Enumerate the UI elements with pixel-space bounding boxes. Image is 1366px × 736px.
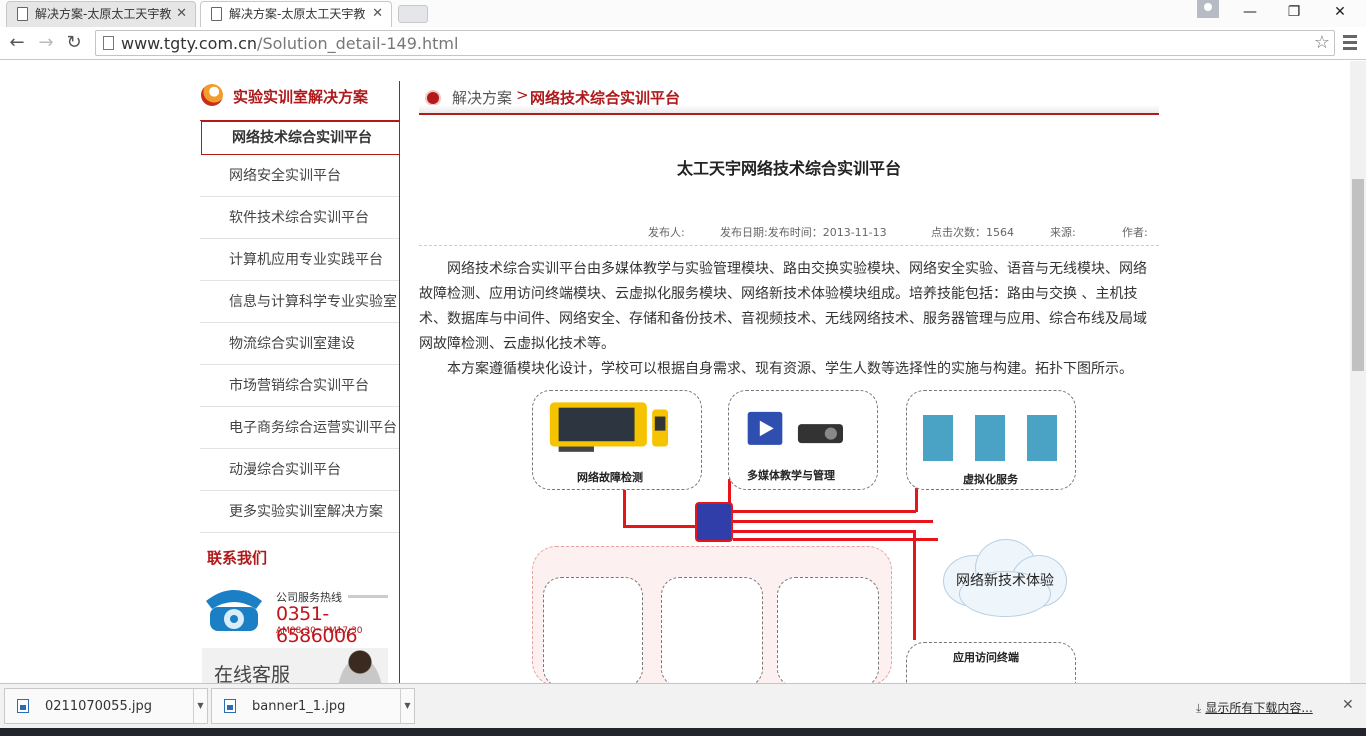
forward-arrow-icon[interactable]: → — [34, 31, 58, 55]
hotline-banner: 公司服务热线 0351-6586006 AM08:30~PM17:30 — [200, 581, 390, 647]
multimedia-devices-image — [747, 411, 843, 445]
online-service-label: 在线客服 — [214, 664, 291, 683]
main-content: 解决方案 > 网络技术综合实训平台 太工天宇网络技术综合实训平台 发布人: 发布… — [419, 81, 1159, 377]
virtualization-node: 虚拟化服务 — [906, 390, 1076, 490]
chevron-down-icon[interactable]: ▼ — [400, 689, 414, 723]
core-switch-icon — [695, 502, 733, 542]
new-tab-button[interactable] — [398, 5, 428, 23]
back-arrow-icon[interactable]: ← — [5, 31, 29, 55]
reload-icon[interactable]: ↻ — [62, 31, 86, 55]
url-text[interactable]: www.tgty.com.cn/Solution_detail-149.html — [121, 34, 458, 53]
article-title: 太工天宇网络技术综合实训平台 — [676, 159, 901, 178]
meta-publisher: 发布人: — [648, 226, 685, 239]
web-page: 实验实训室解决方案 网络技术综合实训平台 网络安全实训平台 软件技术综合实训平台… — [0, 61, 1350, 683]
sidebar-item-network-tech[interactable]: 网络技术综合实训平台 — [201, 121, 399, 155]
address-bar[interactable]: www.tgty.com.cn/Solution_detail-149.html… — [95, 30, 1335, 56]
meta-author: 作者: — [1122, 226, 1148, 239]
sidebar-item-more-solutions[interactable]: 更多实验实训室解决方案 — [200, 491, 399, 533]
taskbar — [0, 728, 1366, 736]
sidebar-item-marketing[interactable]: 市场营销综合实训平台 — [200, 365, 399, 407]
topology-diagram: 网络故障检测 多媒体教学与管理 虚拟化服务 网络新技术体验 应用访问终端 — [528, 386, 1088, 683]
minimize-button[interactable]: — — [1228, 0, 1272, 24]
close-tab-icon[interactable]: ✕ — [176, 2, 187, 26]
url-host: www.tgty.com.cn — [121, 34, 258, 53]
close-tab-icon[interactable]: ✕ — [372, 2, 383, 26]
logo-icon — [201, 84, 223, 106]
close-window-button[interactable]: ✕ — [1318, 0, 1362, 24]
hotline-number: 0351-6586006 — [276, 603, 358, 647]
solution-sidebar: 实验实训室解决方案 网络技术综合实训平台 网络安全实训平台 软件技术综合实训平台… — [200, 81, 400, 683]
breadcrumb-root[interactable]: 解决方案 — [452, 87, 512, 108]
routing-module — [543, 577, 643, 683]
image-file-icon — [17, 699, 29, 713]
close-download-bar-icon[interactable]: ✕ — [1342, 697, 1354, 713]
browser-tab-active[interactable]: 解决方案-太原太工天宇教 ✕ — [200, 1, 392, 27]
hotline-hours: AM08:30~PM17:30 — [276, 626, 363, 636]
download-filename: 0211070055.jpg — [45, 699, 152, 714]
breadcrumb: 解决方案 > 网络技术综合实训平台 — [419, 81, 1159, 115]
online-service-banner[interactable]: 在线客服 — [202, 648, 388, 683]
page-icon — [17, 7, 28, 21]
node-label: 网络故障检测 — [577, 471, 643, 484]
show-all-label: 显示所有下载内容... — [1205, 701, 1313, 715]
network-tester-image — [549, 402, 669, 452]
page-scrollbar[interactable] — [1350, 61, 1366, 683]
profile-icon[interactable] — [1197, 0, 1219, 18]
fault-detection-node: 网络故障检测 — [532, 390, 702, 490]
sidebar-item-network-security[interactable]: 网络安全实训平台 — [200, 155, 399, 197]
sidebar-item-ecommerce[interactable]: 电子商务综合运营实训平台 — [200, 407, 399, 449]
sidebar-header: 实验实训室解决方案 — [200, 81, 399, 121]
show-all-downloads-link[interactable]: ⤓ 显示所有下载内容... — [1196, 699, 1313, 716]
meta-views: 点击次数：1564 — [931, 226, 1014, 239]
multimedia-node: 多媒体教学与管理 — [728, 390, 878, 490]
download-item[interactable]: 0211070055.jpg ▼ — [4, 688, 208, 724]
divider — [348, 595, 388, 598]
sidebar-item-computer-application[interactable]: 计算机应用专业实践平台 — [200, 239, 399, 281]
contact-title: 联系我们 — [207, 549, 268, 567]
scrollbar-thumb[interactable] — [1352, 179, 1364, 371]
lab-zone — [532, 546, 892, 683]
node-label: 应用访问终端 — [953, 651, 1019, 664]
access-terminal-node: 应用访问终端 — [906, 642, 1076, 683]
page-icon — [211, 7, 222, 21]
breadcrumb-current[interactable]: 网络技术综合实训平台 — [530, 87, 680, 108]
node-label: 多媒体教学与管理 — [747, 469, 835, 482]
telephone-icon — [206, 590, 262, 631]
breadcrumb-separator: > — [516, 86, 529, 104]
customer-service-image — [332, 648, 388, 683]
article-paragraph: 本方案遵循模块化设计，学校可以根据自身需求、现有资源、学生人数等选择性的实施与构… — [447, 361, 1133, 377]
bullet-icon — [427, 92, 439, 104]
image-file-icon — [224, 699, 236, 713]
menu-icon[interactable] — [1341, 32, 1359, 54]
restore-button[interactable]: ❐ — [1272, 0, 1316, 24]
sidebar-item-animation[interactable]: 动漫综合实训平台 — [200, 449, 399, 491]
url-path: /Solution_detail-149.html — [257, 34, 459, 53]
browser-toolbar: ← → ↻ www.tgty.com.cn/Solution_detail-14… — [0, 27, 1366, 60]
article-paragraph: 网络技术综合实训平台由多媒体教学与实验管理模块、路由交换实验模块、网络安全实验、… — [419, 261, 1147, 352]
chevron-down-icon[interactable]: ▼ — [193, 689, 207, 723]
tab-title: 解决方案-太原太工天宇教 — [229, 7, 366, 21]
sidebar-title: 实验实训室解决方案 — [233, 88, 369, 106]
bookmark-star-icon[interactable]: ☆ — [1314, 32, 1330, 53]
page-icon — [103, 36, 114, 50]
sidebar-item-information-computing[interactable]: 信息与计算科学专业实验室 — [200, 281, 399, 323]
tab-strip: 解决方案-太原太工天宇教 ✕ 解决方案-太原太工天宇教 ✕ — ❐ ✕ — [0, 0, 1366, 27]
tab-title: 解决方案-太原太工天宇教 — [35, 7, 172, 21]
meta-date: 发布日期:发布时间：2013-11-13 — [720, 226, 887, 239]
node-label: 网络新技术体验 — [956, 573, 1054, 589]
download-item[interactable]: banner1_1.jpg ▼ — [211, 688, 415, 724]
meta-source: 来源: — [1050, 226, 1076, 239]
download-filename: banner1_1.jpg — [252, 699, 346, 714]
sidebar-item-software-tech[interactable]: 软件技术综合实训平台 — [200, 197, 399, 239]
download-icon: ⤓ — [1196, 701, 1202, 715]
security-module — [777, 577, 879, 683]
article-meta: 发布人: 发布日期:发布时间：2013-11-13 点击次数：1564 来源: … — [419, 224, 1159, 246]
article-body: 网络技术综合实训平台由多媒体教学与实验管理模块、路由交换实验模块、网络安全实验、… — [419, 257, 1159, 382]
node-label: 虚拟化服务 — [963, 473, 1018, 486]
new-tech-cloud: 网络新技术体验 — [936, 536, 1068, 620]
voice-wireless-module — [661, 577, 763, 683]
browser-tab[interactable]: 解决方案-太原太工天宇教 ✕ — [6, 1, 196, 27]
sidebar-item-logistics[interactable]: 物流综合实训室建设 — [200, 323, 399, 365]
